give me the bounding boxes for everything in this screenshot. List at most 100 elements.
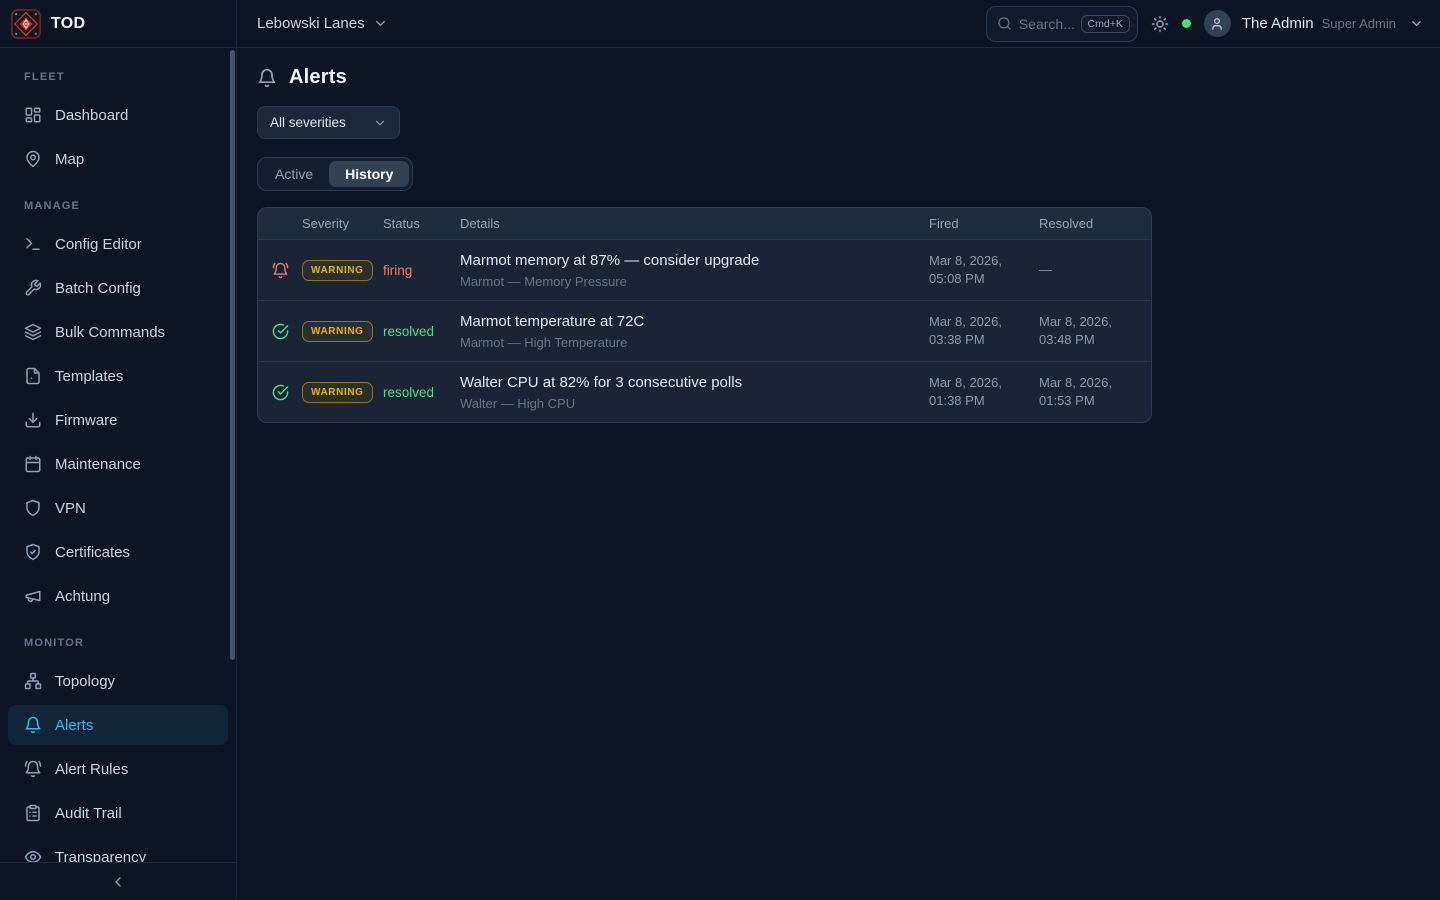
sidebar-item-map[interactable]: Map xyxy=(8,139,228,179)
sidebar-item-dashboard[interactable]: Dashboard xyxy=(8,95,228,135)
sidebar-item-alerts[interactable]: Alerts xyxy=(8,705,228,745)
status-text: resolved xyxy=(383,385,434,400)
bell-icon xyxy=(257,68,277,88)
fired-timestamp: Mar 8, 2026, 03:38 PM xyxy=(929,313,1039,348)
sidebar-section-monitor: MONITOR Topology Alerts Alert Rules xyxy=(0,628,236,862)
severity-filter-value: All severities xyxy=(270,115,346,130)
check-circle-icon xyxy=(272,323,289,340)
sidebar-section-fleet: FLEET Dashboard Map xyxy=(0,62,236,179)
sidebar-item-maintenance[interactable]: Maintenance xyxy=(8,444,228,484)
avatar[interactable] xyxy=(1204,10,1231,37)
sidebar-item-achtung[interactable]: Achtung xyxy=(8,576,228,616)
sidebar-item-topology[interactable]: Topology xyxy=(8,661,228,701)
org-name: Lebowski Lanes xyxy=(257,15,365,32)
sidebar-item-label: Config Editor xyxy=(55,236,142,253)
column-header-details: Details xyxy=(460,216,929,231)
table-row[interactable]: WARNING resolved Walter CPU at 82% for 3… xyxy=(258,361,1151,422)
section-label: FLEET xyxy=(0,62,236,91)
sidebar-item-bulk-commands[interactable]: Bulk Commands xyxy=(8,312,228,352)
topbar: TOD Lebowski Lanes Cmd+K Th xyxy=(0,0,1440,48)
search-shortcut-badge: Cmd+K xyxy=(1081,15,1130,33)
column-header-status: Status xyxy=(383,216,460,231)
sidebar-item-audit-trail[interactable]: Audit Trail xyxy=(8,793,228,833)
search-box[interactable]: Cmd+K xyxy=(986,6,1138,42)
sun-icon xyxy=(1151,15,1169,33)
sidebar-footer xyxy=(0,862,236,900)
sidebar-item-transparency[interactable]: Transparency xyxy=(8,837,228,862)
sidebar-item-firmware[interactable]: Firmware xyxy=(8,400,228,440)
resolved-timestamp: — xyxy=(1039,261,1151,279)
sidebar-item-label: Templates xyxy=(55,368,123,385)
alert-subtitle: Walter — High CPU xyxy=(460,396,913,411)
alerts-table: Severity Status Details Fired Resolved W… xyxy=(257,207,1152,423)
bell-icon xyxy=(24,716,42,734)
sidebar-item-label: Maintenance xyxy=(55,456,141,473)
download-icon xyxy=(24,411,42,429)
sidebar-item-templates[interactable]: Templates xyxy=(8,356,228,396)
map-pin-icon xyxy=(24,150,42,168)
search-icon xyxy=(997,16,1012,31)
alert-title: Marmot temperature at 72C xyxy=(460,313,913,330)
status-text: resolved xyxy=(383,324,434,339)
sidebar-item-label: Bulk Commands xyxy=(55,324,165,341)
search-input[interactable] xyxy=(1019,16,1074,32)
theme-toggle-button[interactable] xyxy=(1151,15,1169,33)
sidebar-item-label: Achtung xyxy=(55,588,110,605)
severity-filter-select[interactable]: All severities xyxy=(257,106,400,139)
clipboard-icon xyxy=(24,804,42,822)
tab-history[interactable]: History xyxy=(329,161,409,187)
app-title: TOD xyxy=(51,15,85,33)
shield-check-icon xyxy=(24,543,42,561)
status-text: firing xyxy=(383,263,412,278)
check-circle-icon xyxy=(272,384,289,401)
sidebar-item-label: Certificates xyxy=(55,544,130,561)
column-header-resolved: Resolved xyxy=(1039,216,1151,231)
sidebar-item-label: Alert Rules xyxy=(55,761,128,778)
sidebar-scrollbar[interactable] xyxy=(230,50,235,660)
dashboard-icon xyxy=(24,106,42,124)
bell-ring-icon xyxy=(272,262,289,279)
terminal-icon xyxy=(24,235,42,253)
file-icon xyxy=(24,367,42,385)
brand[interactable]: TOD xyxy=(0,0,237,47)
sidebar-section-manage: MANAGE Config Editor Batch Config Bulk C… xyxy=(0,191,236,616)
shield-icon xyxy=(24,499,42,517)
tab-active[interactable]: Active xyxy=(261,161,327,187)
user-menu-button[interactable] xyxy=(1409,16,1424,31)
org-switcher[interactable]: Lebowski Lanes xyxy=(257,15,388,32)
wrench-icon xyxy=(24,279,42,297)
connection-status-dot xyxy=(1182,19,1191,28)
layers-icon xyxy=(24,323,42,341)
sidebar-item-label: Firmware xyxy=(55,412,118,429)
resolved-timestamp: Mar 8, 2026, 03:48 PM xyxy=(1039,313,1151,348)
page-header: Alerts xyxy=(257,66,1440,89)
sidebar-item-label: Audit Trail xyxy=(55,805,122,822)
topbar-actions: Cmd+K The Admin Super Admin xyxy=(986,6,1440,42)
fired-timestamp: Mar 8, 2026, 05:08 PM xyxy=(929,252,1039,287)
section-label: MONITOR xyxy=(0,628,236,657)
sidebar-item-batch-config[interactable]: Batch Config xyxy=(8,268,228,308)
sidebar-collapse-button[interactable] xyxy=(110,874,126,890)
sidebar-item-config-editor[interactable]: Config Editor xyxy=(8,224,228,264)
severity-badge: WARNING xyxy=(302,260,373,281)
fired-timestamp: Mar 8, 2026, 01:38 PM xyxy=(929,374,1039,409)
sidebar: FLEET Dashboard Map MANAGE Config Editor xyxy=(0,48,237,900)
calendar-icon xyxy=(24,455,42,473)
user-icon xyxy=(1210,17,1224,31)
sidebar-item-label: VPN xyxy=(55,500,86,517)
megaphone-icon xyxy=(24,587,42,605)
user-role: Super Admin xyxy=(1322,16,1396,31)
table-row[interactable]: WARNING firing Marmot memory at 87% — co… xyxy=(258,239,1151,300)
severity-badge: WARNING xyxy=(302,382,373,403)
sidebar-item-label: Topology xyxy=(55,673,115,690)
page-title: Alerts xyxy=(289,66,347,89)
alert-title: Marmot memory at 87% — consider upgrade xyxy=(460,252,913,269)
table-row[interactable]: WARNING resolved Marmot temperature at 7… xyxy=(258,300,1151,361)
sidebar-item-vpn[interactable]: VPN xyxy=(8,488,228,528)
sidebar-item-alert-rules[interactable]: Alert Rules xyxy=(8,749,228,789)
sidebar-item-label: Dashboard xyxy=(55,107,128,124)
column-header-fired: Fired xyxy=(929,216,1039,231)
bell-ring-icon xyxy=(24,760,42,778)
section-label: MANAGE xyxy=(0,191,236,220)
sidebar-item-certificates[interactable]: Certificates xyxy=(8,532,228,572)
